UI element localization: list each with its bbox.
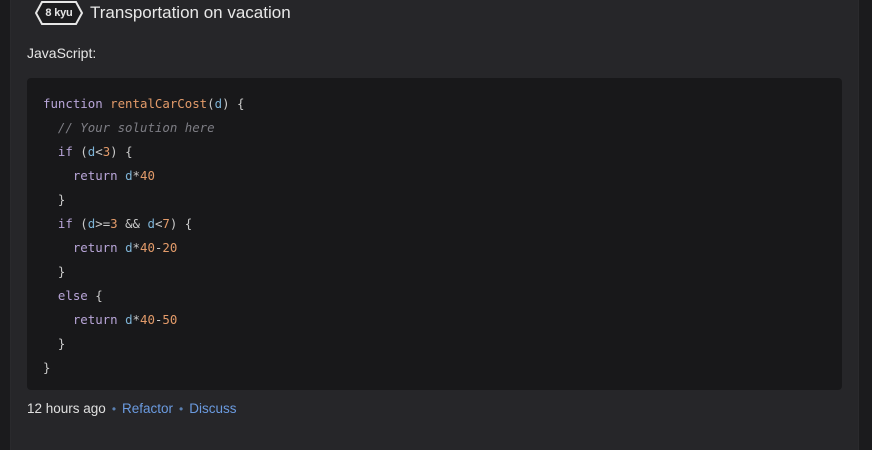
code-line: } [43, 260, 244, 284]
code-line: return d*40-20 [43, 236, 244, 260]
code-token: else [57, 288, 88, 303]
code-token: d [125, 312, 133, 327]
code-token: d [147, 216, 155, 231]
code-token: // Your solution here [57, 120, 215, 135]
code-token: 50 [162, 312, 178, 327]
code-token: < [95, 144, 103, 159]
code-token: } [43, 192, 66, 207]
code-line: return d*40-50 [43, 308, 244, 332]
right-rail [858, 0, 872, 450]
rank-label: 8 kyu [45, 7, 73, 19]
code-token: 40 [140, 168, 155, 183]
separator-dot: • [179, 401, 184, 416]
code-block: function rentalCarCost(d) { // Your solu… [27, 78, 842, 390]
code-token: return [72, 240, 126, 255]
solution-code: function rentalCarCost(d) { // Your solu… [43, 92, 244, 380]
code-token: ) { [169, 216, 193, 231]
kata-title[interactable]: Transportation on vacation [90, 3, 291, 23]
code-token: 20 [162, 240, 178, 255]
code-token: 40 [140, 312, 155, 327]
code-line: if (d>=3 && d<7) { [43, 212, 244, 236]
code-token: * [132, 312, 140, 327]
page: 8 kyu Transportation on vacation JavaScr… [0, 0, 872, 450]
code-token: ( [207, 96, 215, 111]
code-line: if (d<3) { [43, 140, 244, 164]
code-token: function [43, 96, 111, 111]
code-line: // Your solution here [43, 116, 244, 140]
code-token: d [125, 168, 133, 183]
code-line: } [43, 188, 244, 212]
code-token: d [214, 96, 223, 111]
code-token: if [57, 144, 73, 159]
code-token: && [117, 216, 148, 231]
solution-meta: 12 hours ago • Refactor • Discuss [27, 401, 237, 416]
solution-card: 8 kyu Transportation on vacation JavaScr… [11, 0, 858, 450]
separator-dot: • [111, 401, 117, 416]
code-token: ) { [222, 96, 245, 111]
refactor-link[interactable]: Refactor [122, 401, 173, 416]
code-token: 7 [162, 216, 170, 231]
language-label: JavaScript: [27, 45, 97, 61]
code-token: } [43, 360, 51, 375]
code-token: if [57, 216, 73, 231]
code-token: } [43, 336, 66, 351]
code-token: 40 [140, 240, 155, 255]
code-token: } [43, 264, 66, 279]
code-token: return [72, 168, 126, 183]
code-token: ( [72, 216, 88, 231]
code-line: return d*40 [43, 164, 244, 188]
kata-header: 8 kyu Transportation on vacation [35, 0, 291, 26]
code-token: d [125, 240, 133, 255]
timestamp: 12 hours ago [27, 401, 106, 416]
code-token: * [132, 168, 140, 183]
code-token: ) { [110, 144, 133, 159]
rank-badge: 8 kyu [35, 1, 83, 25]
code-token: 3 [110, 216, 118, 231]
code-line: else { [43, 284, 244, 308]
code-token: { [87, 288, 103, 303]
code-token: >= [95, 216, 111, 231]
code-token: return [72, 312, 126, 327]
code-token: ( [72, 144, 88, 159]
code-token: * [132, 240, 140, 255]
left-rail [0, 0, 11, 450]
discuss-link[interactable]: Discuss [189, 401, 236, 416]
code-line: } [43, 356, 244, 380]
code-line: function rentalCarCost(d) { [43, 92, 244, 116]
code-line: } [43, 332, 244, 356]
code-token: rentalCarCost [110, 96, 208, 111]
